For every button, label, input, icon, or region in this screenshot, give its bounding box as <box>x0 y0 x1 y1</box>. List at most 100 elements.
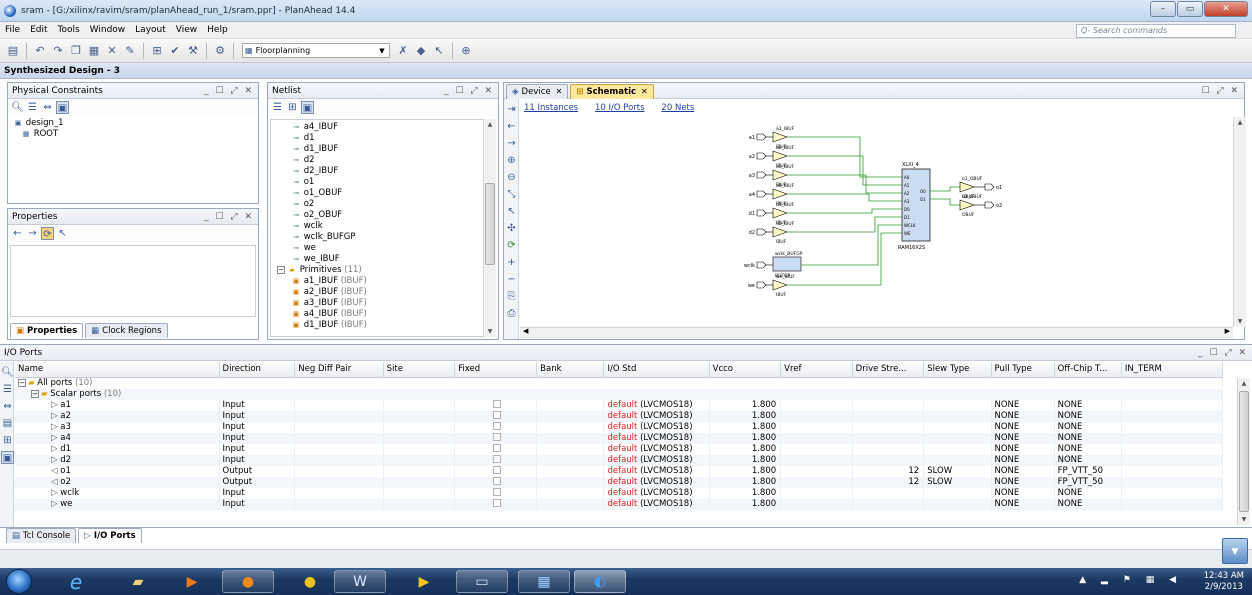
column-header[interactable]: Neg Diff Pair <box>294 362 384 378</box>
off-chip-termination-cell[interactable]: NONE <box>1054 443 1122 455</box>
drive-strength-cell[interactable] <box>852 432 925 444</box>
in-term-cell[interactable] <box>1121 410 1224 422</box>
net-wire[interactable] <box>930 198 960 206</box>
table-row[interactable]: ◁ o2 Output default (LVCMOS18) 1.800 12 SLOW N… <box>15 476 1224 488</box>
bank-cell[interactable] <box>536 476 605 488</box>
table-row[interactable]: ▷ d2 Input default (LVCMOS18) 1.800 NONE NONE <box>15 454 1224 466</box>
in-term-cell[interactable] <box>1121 443 1224 455</box>
pull-type-cell[interactable]: NONE <box>991 410 1055 422</box>
tab-device[interactable]: ◈ Device ✕ <box>506 83 569 99</box>
clock[interactable]: 12:43 AM 2/9/2013 <box>1204 571 1244 593</box>
net-item[interactable]: ⊸ o1_OBUF <box>271 188 483 199</box>
collapse-toggle-icon[interactable]: − <box>31 389 39 398</box>
slew-type-cell[interactable] <box>923 421 992 433</box>
neg-diff-pair-cell[interactable] <box>294 454 384 466</box>
collapse-all-icon[interactable]: ☰ <box>271 101 284 114</box>
drive-strength-cell[interactable]: 12 <box>852 476 925 488</box>
column-header[interactable]: Fixed <box>454 362 538 378</box>
ibuf-instance[interactable] <box>772 150 788 162</box>
direction-cell[interactable]: Input <box>219 487 296 499</box>
menu-tools[interactable]: Tools <box>53 25 85 35</box>
input-port-symbol[interactable] <box>756 261 767 269</box>
vcco-cell[interactable]: 1.800 <box>709 399 782 411</box>
layout-select[interactable]: ▦ Floorplanning ▼ <box>242 43 390 58</box>
zoom-fit-icon[interactable]: ⊕ <box>459 44 473 58</box>
regenerate-icon[interactable]: ⟳ <box>505 239 518 252</box>
name-cell[interactable]: ▷ we <box>15 498 220 510</box>
name-cell[interactable]: ▷ wclk <box>15 487 220 499</box>
slew-type-cell[interactable]: SLOW <box>923 476 992 488</box>
input-port-symbol[interactable] <box>756 209 767 217</box>
direction-cell[interactable]: Input <box>219 399 296 411</box>
primitive-item[interactable]: ▣ a3_IBUF (IBUF) <box>271 298 483 309</box>
pull-type-cell[interactable]: NONE <box>991 476 1055 488</box>
fixed-cell[interactable] <box>454 399 538 411</box>
column-header[interactable]: Pull Type <box>991 362 1055 378</box>
net-wire[interactable] <box>787 208 902 214</box>
neg-diff-pair-cell[interactable] <box>294 498 384 510</box>
output-port-symbol[interactable] <box>984 201 995 209</box>
menu-layout[interactable]: Layout <box>130 25 171 35</box>
io-ports-link[interactable]: 10 I/O Ports <box>595 103 645 113</box>
fixed-cell[interactable] <box>454 443 538 455</box>
tools-icon[interactable]: ⚒ <box>186 44 200 58</box>
bank-cell[interactable] <box>536 399 605 411</box>
input-port-symbol[interactable] <box>756 228 767 236</box>
fixed-checkbox[interactable] <box>493 411 502 419</box>
instances-link[interactable]: 11 Instances <box>524 103 578 113</box>
name-cell[interactable]: ▷ a4 <box>15 432 220 444</box>
menu-edit[interactable]: Edit <box>25 25 52 35</box>
add-icon[interactable]: + <box>505 256 518 269</box>
primitive-item[interactable]: ▣ d1_IBUF (IBUF) <box>271 320 483 331</box>
vref-cell[interactable] <box>780 487 853 499</box>
site-cell[interactable] <box>383 399 456 411</box>
table-row[interactable]: ▷ wclk Input default (LVCMOS18) 1.800 NONE NO… <box>15 487 1224 499</box>
in-term-cell[interactable] <box>1121 476 1224 488</box>
fixed-checkbox[interactable] <box>493 444 502 452</box>
pull-type-cell[interactable]: NONE <box>991 465 1055 477</box>
fixed-checkbox[interactable] <box>493 466 502 474</box>
all-ports-row[interactable]: − ▰ All ports (10) <box>15 377 1223 389</box>
scroll-up-icon[interactable]: ▲ <box>1238 378 1250 389</box>
input-port-symbol[interactable] <box>756 281 767 289</box>
undo-icon[interactable]: ↶ <box>33 44 47 58</box>
net-item[interactable]: ⊸ wclk <box>271 221 483 232</box>
in-term-cell[interactable] <box>1121 421 1224 433</box>
name-cell[interactable]: ▷ a1 <box>15 399 220 411</box>
table-row[interactable]: ▷ a1 Input default (LVCMOS18) 1.800 NONE NONE <box>15 399 1224 411</box>
fixed-checkbox[interactable] <box>493 422 502 430</box>
close-window-button[interactable]: ✕ <box>1204 1 1248 17</box>
in-term-cell[interactable] <box>1121 487 1224 499</box>
primitives-folder[interactable]: − ▰ Primitives (11) <box>271 265 483 276</box>
site-cell[interactable] <box>383 454 456 466</box>
settings-icon[interactable]: ⚙ <box>213 44 227 58</box>
column-header[interactable]: Drive Stre... <box>852 362 925 378</box>
bufgp-instance[interactable] <box>772 256 802 272</box>
in-term-cell[interactable] <box>1121 454 1224 466</box>
fixed-cell[interactable] <box>454 410 538 422</box>
table-row[interactable]: ▷ a4 Input default (LVCMOS18) 1.800 NONE NONE <box>15 432 1224 444</box>
direction-cell[interactable]: Input <box>219 432 296 444</box>
panel-window-controls[interactable]: _ ☐ ⤢ ✕ <box>204 86 254 96</box>
net-item[interactable]: ⊸ a4_IBUF <box>271 122 483 133</box>
select-icon[interactable]: ↖ <box>432 44 446 58</box>
output-port-symbol[interactable] <box>984 183 995 191</box>
input-port-symbol[interactable] <box>756 152 767 160</box>
slew-type-cell[interactable] <box>923 410 992 422</box>
vcco-cell[interactable]: 1.800 <box>709 410 782 422</box>
vref-cell[interactable] <box>780 465 853 477</box>
search-icon[interactable]: 🔍︎ <box>11 101 24 114</box>
ibuf-instance[interactable] <box>772 188 788 200</box>
schematic-hscrollbar[interactable]: ◀ ▶ <box>520 327 1233 339</box>
scroll-down-icon[interactable]: ▼ <box>1234 316 1246 327</box>
column-header[interactable]: Slew Type <box>923 362 992 378</box>
pull-type-cell[interactable]: NONE <box>991 443 1055 455</box>
panel-window-controls[interactable]: ☐ ⤢ ✕ <box>1201 86 1240 96</box>
net-item[interactable]: ⊸ o1 <box>271 177 483 188</box>
slew-type-cell[interactable] <box>923 487 992 499</box>
net-wire[interactable] <box>787 193 902 202</box>
bank-cell[interactable] <box>536 410 605 422</box>
menu-help[interactable]: Help <box>202 25 233 35</box>
minimize-button[interactable]: – <box>1150 1 1176 17</box>
net-item[interactable]: ⊸ o2_OBUF <box>271 210 483 221</box>
